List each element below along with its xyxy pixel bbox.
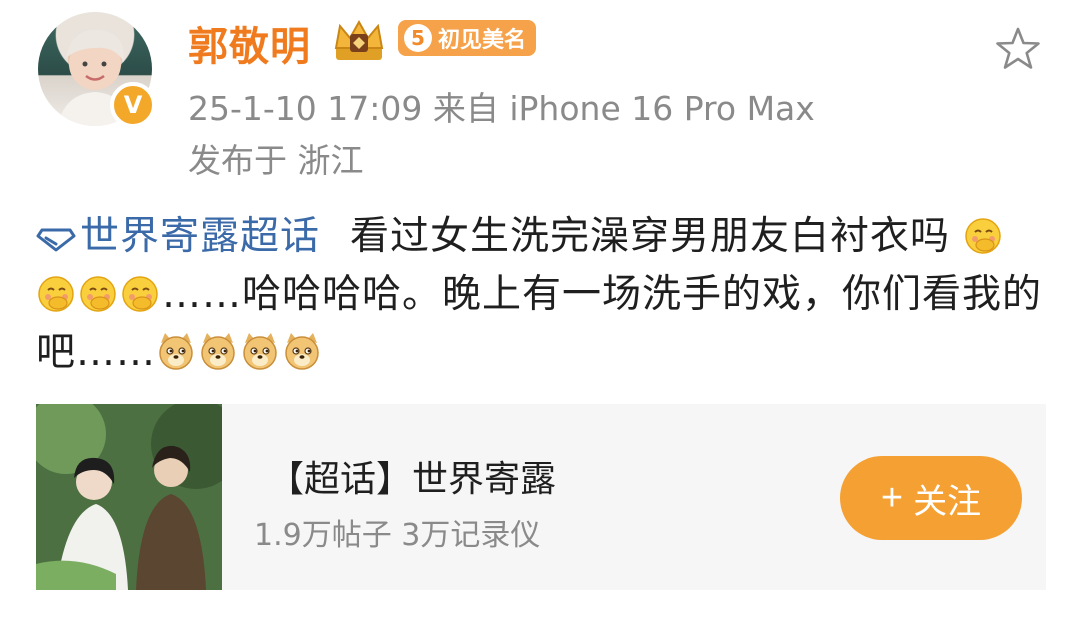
card-thumbnail-image	[36, 404, 222, 590]
shy-face-emoji	[38, 276, 74, 312]
doge-emoji	[201, 333, 235, 370]
plus-icon: +	[880, 476, 904, 519]
crown-icon	[334, 19, 384, 60]
shy-face-emoji	[965, 218, 1002, 254]
follow-button-label: 关注	[913, 482, 982, 521]
card-thumbnail	[36, 404, 222, 590]
post-location: 发布于 浙江	[188, 141, 364, 180]
level-badge[interactable]: 5 初见美名	[398, 20, 537, 56]
topic-link-text: 世界寄露超话	[80, 214, 321, 259]
card-stats: 1.9万帖子 3万记录仪	[254, 518, 541, 553]
shy-face-emoji	[80, 276, 116, 312]
post-body: 世界寄露超话 看过女生洗完澡穿男朋友白衬衣吗 ……哈哈哈哈。晚上有一场洗手的戏，你…	[36, 208, 1046, 382]
topic-diamond-icon	[36, 228, 76, 251]
username[interactable]: 郭敬明	[188, 14, 311, 72]
post-time-source: 25-1-10 17:09 来自 iPhone 16 Pro Max	[188, 89, 815, 128]
level-badge-label: 初见美名	[438, 28, 527, 53]
star-icon[interactable]	[992, 24, 1044, 76]
post-text-1: 看过女生洗完澡穿男朋友白衬衣吗	[350, 214, 951, 259]
verified-badge: V	[110, 82, 156, 128]
shy-face-emoji	[122, 276, 158, 312]
follow-button[interactable]: + 关注	[840, 456, 1022, 540]
doge-emoji	[243, 333, 277, 370]
doge-emoji	[285, 333, 319, 370]
level-number: 5	[404, 24, 432, 52]
topic-link[interactable]: 世界寄露超话	[36, 214, 320, 259]
doge-emoji	[159, 333, 193, 370]
card-title: 【超话】世界寄露	[268, 459, 557, 500]
super-topic-card[interactable]: 【超话】世界寄露 1.9万帖子 3万记录仪 + 关注	[36, 404, 1046, 590]
